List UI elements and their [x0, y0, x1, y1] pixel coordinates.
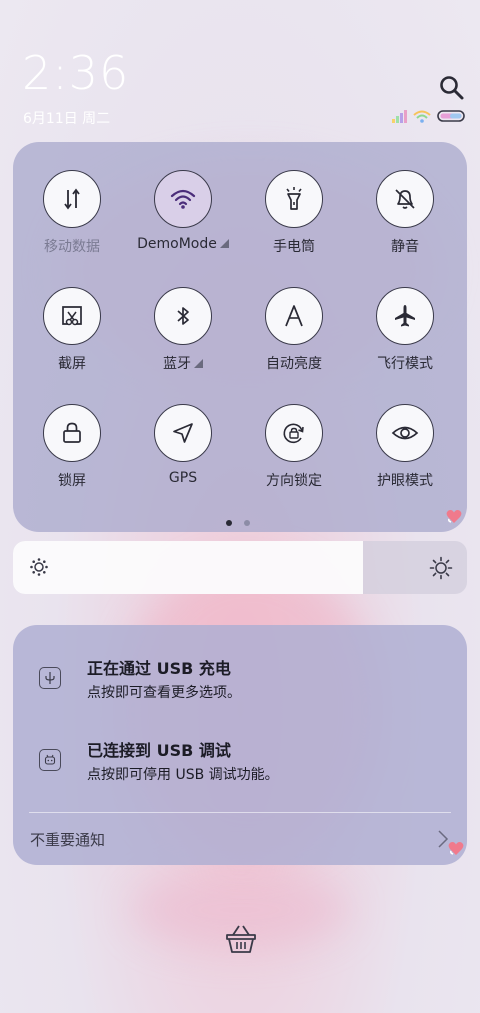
mobile-data-icon: [43, 170, 101, 228]
notification-panel: 正在通过 USB 充电 点按即可查看更多选项。 已连接到 USB 调试 点按即可…: [13, 625, 467, 865]
brightness-slider[interactable]: [13, 541, 467, 594]
tile-auto-brightness[interactable]: 自动亮度: [239, 287, 349, 397]
tile-mute[interactable]: 静音: [350, 170, 460, 280]
android-debug-icon: [39, 749, 61, 771]
notification-usb-debugging[interactable]: 已连接到 USB 调试 点按即可停用 USB 调试功能。: [13, 735, 467, 795]
flashlight-icon: [265, 170, 323, 228]
tile-eye-care[interactable]: 护眼模式: [350, 404, 460, 514]
tile-airplane[interactable]: 飞行模式: [350, 287, 460, 397]
usb-icon: [39, 667, 61, 689]
rotation-lock-icon: [265, 404, 323, 462]
divider: [29, 812, 451, 813]
heart-decoration-icon: [447, 839, 465, 857]
notification-subtitle: 点按即可停用 USB 调试功能。: [87, 767, 279, 783]
tile-lock-screen[interactable]: 锁屏: [17, 404, 127, 514]
signal-icon: [392, 110, 407, 123]
menu-triangle-icon: [219, 239, 229, 248]
page-dot[interactable]: [244, 520, 250, 526]
lock-icon: [43, 404, 101, 462]
battery-icon: [437, 110, 465, 122]
basket-icon: [224, 925, 258, 960]
status-area: 2:36 6月11日 周二: [0, 0, 480, 135]
brightness-fill: [13, 541, 363, 594]
tile-gps[interactable]: GPS: [128, 404, 238, 514]
search-icon[interactable]: [438, 74, 466, 102]
brightness-low-icon: [29, 557, 49, 581]
bluetooth-icon: [154, 287, 212, 345]
clear-all-button[interactable]: [224, 922, 258, 956]
unimportant-notifications-link[interactable]: 不重要通知: [30, 829, 105, 850]
wifi-status-icon: [413, 110, 431, 123]
tile-mobile-data[interactable]: 移动数据: [17, 170, 127, 280]
auto-brightness-icon: [265, 287, 323, 345]
brightness-high-icon: [429, 556, 453, 584]
notification-usb-charging[interactable]: 正在通过 USB 充电 点按即可查看更多选项。: [13, 653, 467, 713]
eye-icon: [376, 404, 434, 462]
quick-settings-panel: 移动数据 DemoMode 手电筒 静音 截屏 蓝牙 自动亮度 飞行模式 锁屏 …: [13, 142, 467, 532]
screenshot-icon: [43, 287, 101, 345]
heart-decoration-icon: [445, 507, 463, 525]
tile-screenshot[interactable]: 截屏: [17, 287, 127, 397]
clock: 2:36: [22, 46, 130, 100]
bell-off-icon: [376, 170, 434, 228]
page-dot-active[interactable]: [226, 520, 232, 526]
tile-rotation-lock[interactable]: 方向锁定: [239, 404, 349, 514]
airplane-icon: [376, 287, 434, 345]
tile-flashlight[interactable]: 手电筒: [239, 170, 349, 280]
tile-bluetooth[interactable]: 蓝牙: [128, 287, 238, 397]
notification-title: 正在通过 USB 充电: [87, 659, 231, 678]
menu-triangle-icon: [194, 359, 203, 368]
wifi-icon: [154, 170, 212, 228]
gps-icon: [154, 404, 212, 462]
tile-wifi[interactable]: DemoMode: [128, 170, 238, 280]
tile-label: 飞行模式: [377, 356, 433, 372]
date: 6月11日 周二: [23, 111, 111, 127]
notification-title: 已连接到 USB 调试: [87, 741, 231, 760]
tile-label: 静音: [391, 239, 419, 255]
notification-subtitle: 点按即可查看更多选项。: [87, 685, 241, 701]
system-status-icons: [392, 108, 468, 124]
tile-label: 护眼模式: [377, 473, 433, 489]
